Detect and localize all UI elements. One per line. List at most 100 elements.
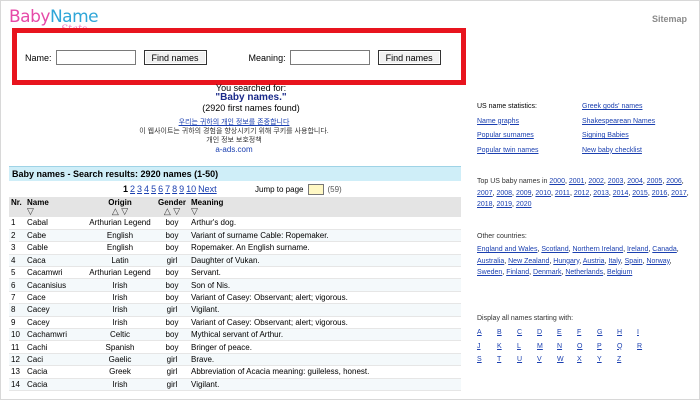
letter-link-o[interactable]: O — [577, 341, 590, 353]
letter-link-z[interactable]: Z — [617, 354, 630, 366]
country-link[interactable]: Norway — [646, 258, 669, 265]
next-page-link[interactable]: Next — [198, 184, 217, 194]
year-link-2019[interactable]: 2019 — [496, 201, 512, 208]
page-link-6[interactable]: 6 — [158, 184, 163, 194]
letter-link-j[interactable]: J — [477, 341, 490, 353]
year-link-2011[interactable]: 2011 — [555, 190, 570, 197]
country-link[interactable]: Australia — [477, 258, 504, 265]
stats-link[interactable]: Popular surnames — [477, 130, 582, 142]
stats-link[interactable]: Greek gods' names — [582, 101, 689, 113]
page-link-4[interactable]: 4 — [144, 184, 149, 194]
letter-link-f[interactable]: F — [577, 327, 590, 339]
letter-link-c[interactable]: C — [517, 327, 530, 339]
page-link-9[interactable]: 9 — [179, 184, 184, 194]
country-link[interactable]: Denmark — [533, 269, 561, 276]
year-link-2017[interactable]: 2017 — [671, 190, 687, 197]
country-link[interactable]: Ireland — [627, 246, 648, 253]
search-form: Name: Find names Meaning: Find names — [12, 28, 466, 85]
letter-link-y[interactable]: Y — [597, 354, 610, 366]
page-link-5[interactable]: 5 — [151, 184, 156, 194]
country-link[interactable]: Belgium — [607, 269, 632, 276]
letter-link-m[interactable]: M — [537, 341, 550, 353]
sitemap-link[interactable]: Sitemap — [652, 14, 687, 24]
cell-name: Cabal — [25, 217, 85, 230]
year-link-2008[interactable]: 2008 — [496, 190, 512, 197]
year-link-2000[interactable]: 2000 — [549, 178, 565, 185]
country-link[interactable]: England and Wales — [477, 246, 537, 253]
year-link-2009[interactable]: 2009 — [516, 190, 532, 197]
letter-link-r[interactable]: R — [637, 341, 650, 353]
sort-origin-icon[interactable]: △ ▽ — [87, 207, 153, 216]
letter-link-k[interactable]: K — [497, 341, 510, 353]
letter-link-p[interactable]: P — [597, 341, 610, 353]
letter-link-d[interactable]: D — [537, 327, 550, 339]
letter-link-i[interactable]: I — [637, 327, 650, 339]
letter-link-a[interactable]: A — [477, 327, 490, 339]
year-link-2018[interactable]: 2018 — [477, 201, 493, 208]
country-link[interactable]: Spain — [625, 258, 643, 265]
page-link-10[interactable]: 10 — [186, 184, 196, 194]
letter-link-v[interactable]: V — [537, 354, 550, 366]
letter-link-h[interactable]: H — [617, 327, 630, 339]
year-link-2003[interactable]: 2003 — [608, 178, 624, 185]
year-link-2001[interactable]: 2001 — [569, 178, 585, 185]
year-link-2010[interactable]: 2010 — [535, 190, 551, 197]
letter-link-q[interactable]: Q — [617, 341, 630, 353]
cell-gender: boy — [155, 291, 189, 305]
find-names-button[interactable]: Find names — [143, 50, 207, 65]
letter-link-w[interactable]: W — [557, 354, 570, 366]
page-link-8[interactable]: 8 — [172, 184, 177, 194]
page-link-7[interactable]: 7 — [165, 184, 170, 194]
year-link-2012[interactable]: 2012 — [574, 190, 590, 197]
page-link-3[interactable]: 3 — [137, 184, 142, 194]
country-link[interactable]: Hungary — [553, 258, 579, 265]
year-link-2006[interactable]: 2006 — [666, 178, 682, 185]
letter-link-n[interactable]: N — [557, 341, 570, 353]
year-link-2013[interactable]: 2013 — [593, 190, 609, 197]
ad-source-link[interactable]: a-ads.com — [119, 145, 349, 154]
country-link[interactable]: Italy — [608, 258, 620, 265]
country-link[interactable]: Northern Ireland — [572, 246, 623, 253]
letter-link-l[interactable]: L — [517, 341, 530, 353]
page-link-2[interactable]: 2 — [130, 184, 135, 194]
year-link-2007[interactable]: 2007 — [477, 190, 493, 197]
letter-link-x[interactable]: X — [577, 354, 590, 366]
stats-link[interactable]: Popular twin names — [477, 145, 582, 157]
country-link[interactable]: Austria — [583, 258, 605, 265]
meaning-input[interactable] — [289, 50, 370, 65]
stats-link[interactable]: Shakespearean Names — [582, 116, 689, 128]
year-link-2015[interactable]: 2015 — [632, 190, 648, 197]
letter-link-s[interactable]: S — [477, 354, 490, 366]
country-link[interactable]: Canada — [652, 246, 677, 253]
letter-link-b[interactable]: B — [497, 327, 510, 339]
country-link[interactable]: Netherlands — [565, 269, 603, 276]
letter-link-g[interactable]: G — [597, 327, 610, 339]
sort-name-icon[interactable]: ▽ — [27, 207, 83, 216]
country-link[interactable]: Scotland — [541, 246, 568, 253]
country-link[interactable]: Sweden — [477, 269, 502, 276]
cell-origin: Latin — [85, 254, 155, 268]
year-link-2020[interactable]: 2020 — [516, 201, 532, 208]
year-link-2005[interactable]: 2005 — [647, 178, 663, 185]
letter-link-t[interactable]: T — [497, 354, 510, 366]
stats-link[interactable]: New baby checklist — [582, 145, 689, 157]
ad-banner[interactable]: 우리는 귀하의 개인 정보를 존중합니다 이 웹사이트는 귀하의 경험을 향상시… — [119, 118, 349, 154]
country-link[interactable]: Finland — [506, 269, 529, 276]
year-link-2004[interactable]: 2004 — [627, 178, 643, 185]
jump-page-input[interactable] — [308, 184, 325, 195]
cell-name: Cacia — [25, 378, 85, 391]
stats-link[interactable]: Name graphs — [477, 116, 582, 128]
year-link-2002[interactable]: 2002 — [588, 178, 604, 185]
find-meaning-button[interactable]: Find names — [377, 50, 441, 65]
letter-link-u[interactable]: U — [517, 354, 530, 366]
letter-link-e[interactable]: E — [557, 327, 570, 339]
sort-meaning-icon[interactable]: ▽ — [191, 207, 459, 216]
year-link-2016[interactable]: 2016 — [652, 190, 668, 197]
sort-gender-icon[interactable]: △ ▽ — [157, 207, 187, 216]
name-input[interactable] — [55, 50, 136, 65]
country-link[interactable]: New Zealand — [508, 258, 549, 265]
year-link-2014[interactable]: 2014 — [613, 190, 629, 197]
stats-link[interactable]: Signing Babies — [582, 130, 689, 142]
ad-line-1[interactable]: 우리는 귀하의 개인 정보를 존중합니다 — [119, 118, 349, 127]
page-link-1[interactable]: 1 — [123, 184, 128, 194]
